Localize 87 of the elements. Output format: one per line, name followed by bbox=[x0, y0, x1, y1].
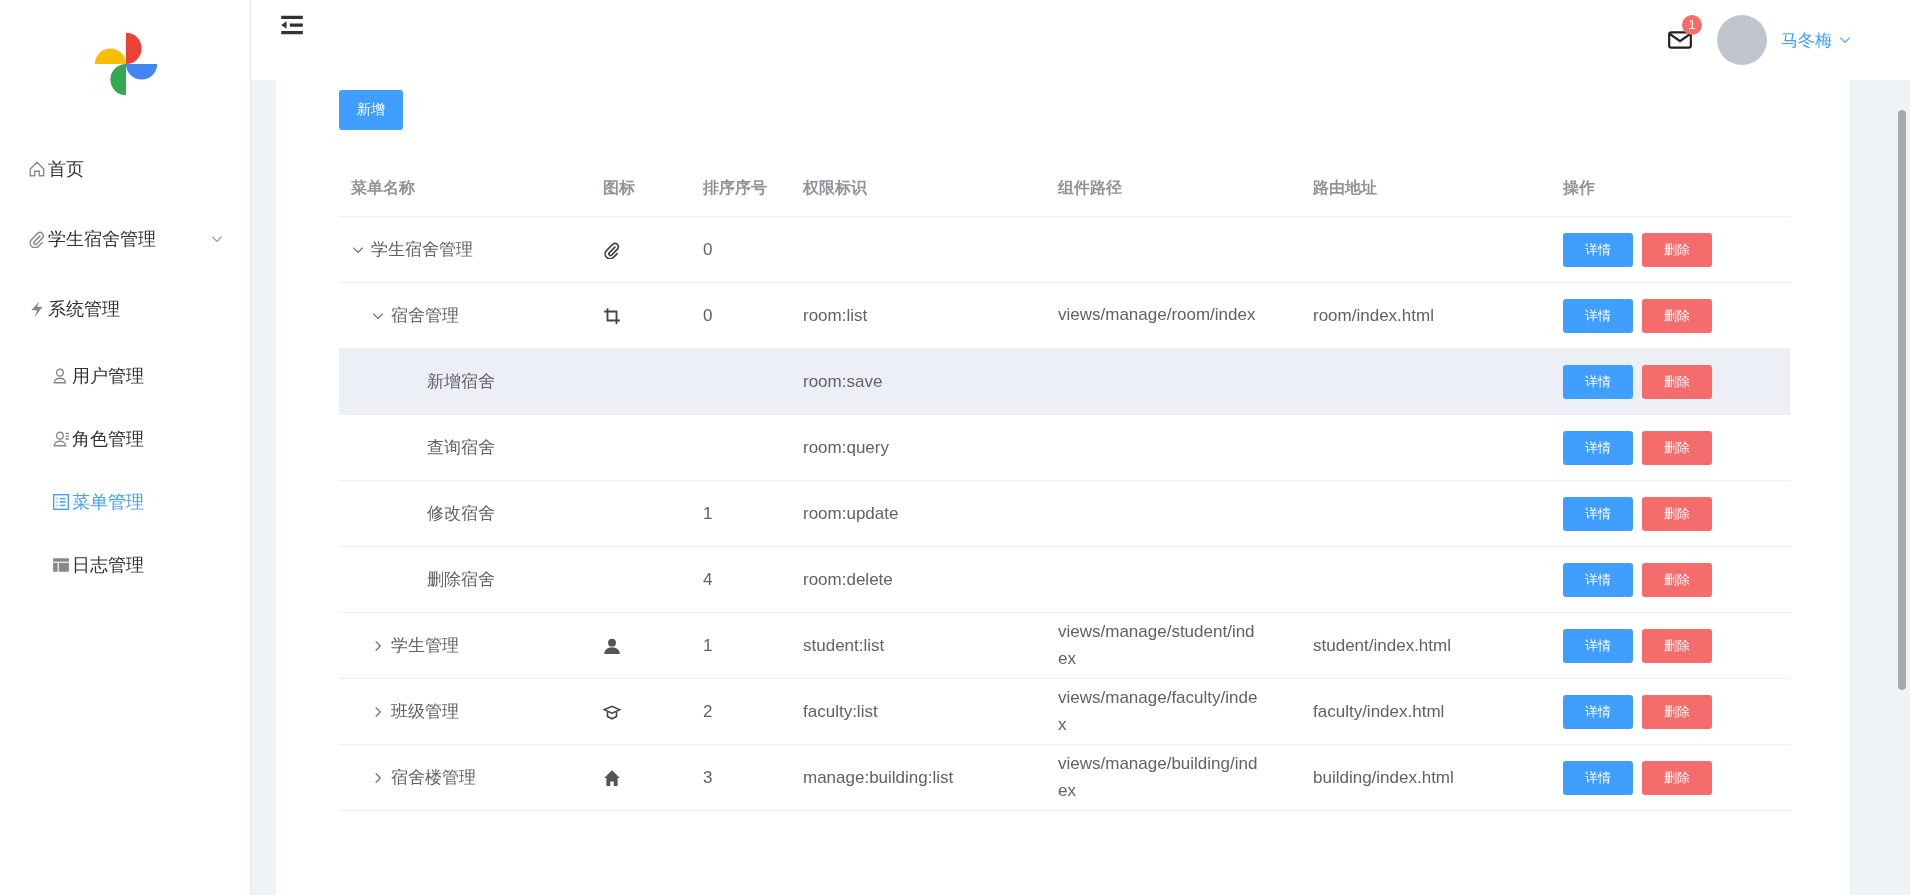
table-cell: 4 bbox=[703, 569, 713, 589]
notification-badge: 1 bbox=[1682, 15, 1702, 35]
table-cell: 0 bbox=[703, 239, 713, 259]
sidebar-item[interactable]: 系统管理 bbox=[0, 274, 250, 344]
column-header: 权限标识 bbox=[801, 177, 868, 198]
table-cell: room/index.html bbox=[1313, 305, 1434, 325]
sidebar-item[interactable]: 菜单管理 bbox=[0, 470, 250, 533]
details-button[interactable]: 详情 bbox=[1563, 430, 1633, 465]
table-cell-text: views/manage/room/index bbox=[1058, 304, 1257, 327]
delete-button[interactable]: 删除 bbox=[1642, 430, 1712, 465]
delete-button[interactable]: 删除 bbox=[1642, 364, 1712, 399]
delete-button[interactable]: 删除 bbox=[1642, 298, 1712, 333]
delete-button[interactable]: 删除 bbox=[1642, 694, 1712, 729]
table-row[interactable]: 删除宿舍 4 room:delete 详情 删除 bbox=[339, 547, 1790, 613]
table-cell-text: 学生管理 bbox=[391, 635, 459, 657]
table-row[interactable]: 学生管理 1 student:list views/manage/student/index student/index.html 详情 删除 bbox=[339, 613, 1790, 679]
table-cell-text: views/manage/faculty/index bbox=[1058, 687, 1259, 736]
house-icon bbox=[603, 768, 621, 787]
table-cell: room:save bbox=[803, 371, 883, 391]
delete-button[interactable]: 删除 bbox=[1642, 232, 1712, 267]
table-cell-text: 学生宿舍管理 bbox=[371, 239, 473, 261]
table-cell: student:list bbox=[803, 635, 885, 655]
table-cell-text: 宿舍管理 bbox=[391, 305, 459, 327]
table-cell: manage:building:list bbox=[803, 767, 954, 787]
table-row[interactable]: 新增宿舍 room:save 详情 删除 bbox=[339, 349, 1790, 415]
table-cell: room:list bbox=[803, 305, 868, 325]
table-cell: student/index.html bbox=[1313, 635, 1451, 655]
table-cell-text: 宿舍楼管理 bbox=[391, 767, 476, 789]
table-icon bbox=[52, 555, 70, 574]
table-cell: room:update bbox=[803, 503, 899, 523]
column-header: 图标 bbox=[602, 177, 636, 198]
details-button[interactable]: 详情 bbox=[1563, 298, 1633, 333]
column-header: 菜单名称 bbox=[350, 177, 416, 198]
table-cell: 0 bbox=[703, 305, 713, 325]
paperclip-icon bbox=[28, 230, 46, 248]
details-button[interactable]: 详情 bbox=[1563, 760, 1633, 795]
table-cell: 1 bbox=[703, 503, 713, 523]
table-cell-text: 查询宿舍 bbox=[427, 437, 495, 459]
list-icon bbox=[52, 492, 70, 511]
sidebar-item[interactable]: 用户管理 bbox=[0, 344, 250, 407]
table-cell: room:query bbox=[803, 437, 889, 457]
column-header: 排序序号 bbox=[701, 177, 768, 198]
details-button[interactable]: 详情 bbox=[1563, 562, 1633, 597]
user-icon bbox=[603, 636, 621, 655]
table-cell-text: 删除宿舍 bbox=[427, 569, 495, 591]
scrollbar-thumb[interactable] bbox=[1898, 110, 1906, 690]
details-button[interactable]: 详情 bbox=[1563, 496, 1633, 531]
table-row[interactable]: 修改宿舍 1 room:update 详情 删除 bbox=[339, 481, 1790, 547]
paperclip-icon bbox=[603, 240, 621, 259]
details-button[interactable]: 详情 bbox=[1563, 628, 1633, 663]
column-header: 操作 bbox=[1561, 177, 1596, 198]
add-button[interactable]: 新增 bbox=[339, 90, 403, 130]
table-cell: 3 bbox=[703, 767, 713, 787]
table-cell: building/index.html bbox=[1313, 767, 1454, 787]
mail-icon[interactable] bbox=[1667, 29, 1693, 51]
sidebar-item[interactable]: 首页 bbox=[0, 134, 250, 204]
crop-icon bbox=[603, 306, 621, 325]
table-row[interactable]: 班级管理 2 faculty:list views/manage/faculty/index faculty/index.html 详情 删除 bbox=[339, 679, 1790, 745]
delete-button[interactable]: 删除 bbox=[1642, 562, 1712, 597]
delete-button[interactable]: 删除 bbox=[1642, 760, 1712, 795]
table-cell: 2 bbox=[703, 701, 713, 721]
table-cell: room:delete bbox=[803, 569, 893, 589]
delete-button[interactable]: 删除 bbox=[1642, 496, 1712, 531]
table-row[interactable]: 查询宿舍 room:query 详情 删除 bbox=[339, 415, 1790, 481]
user-menu[interactable]: 马冬梅 bbox=[1781, 28, 1852, 52]
details-button[interactable]: 详情 bbox=[1563, 694, 1633, 729]
column-header: 组件路径 bbox=[1057, 177, 1123, 198]
sidebar-item[interactable]: 角色管理 bbox=[0, 407, 250, 470]
sidebar-item[interactable]: 日志管理 bbox=[0, 533, 250, 596]
home-icon bbox=[28, 160, 46, 178]
details-button[interactable]: 详情 bbox=[1563, 232, 1633, 267]
table-cell: faculty/index.html bbox=[1313, 701, 1445, 721]
table-cell: faculty:list bbox=[803, 701, 878, 721]
table-row[interactable]: 宿舍楼管理 3 manage:building:list views/manage/building/index building/index.html 详情 删除 bbox=[339, 745, 1790, 811]
details-button[interactable]: 详情 bbox=[1563, 364, 1633, 399]
table-cell-text: 班级管理 bbox=[391, 701, 459, 723]
table-cell-text: 新增宿舍 bbox=[427, 371, 495, 393]
table-cell-text: views/manage/student/index bbox=[1058, 621, 1256, 670]
table-cell-text: 修改宿舍 bbox=[427, 503, 495, 525]
column-header: 路由地址 bbox=[1312, 177, 1378, 198]
table-row[interactable]: 学生宿舍管理 0 详情 删除 bbox=[339, 217, 1790, 283]
table-cell-text: views/manage/building/index bbox=[1058, 753, 1259, 802]
table-cell: 1 bbox=[703, 635, 713, 655]
delete-button[interactable]: 删除 bbox=[1642, 628, 1712, 663]
user-list-icon bbox=[52, 429, 70, 448]
sidebar-item[interactable]: 学生宿舍管理 bbox=[0, 204, 250, 274]
menu-icon[interactable] bbox=[279, 14, 305, 36]
